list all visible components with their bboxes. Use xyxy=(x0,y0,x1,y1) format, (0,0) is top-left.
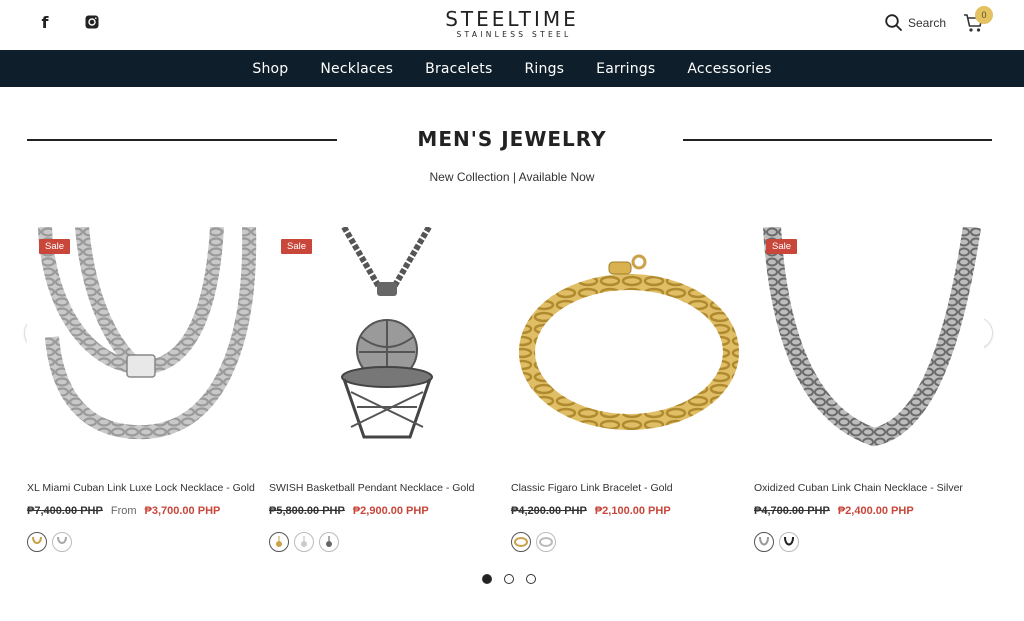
color-swatches xyxy=(511,532,556,552)
product-image[interactable]: Sale xyxy=(269,227,499,462)
original-price: ₱5,800.00 PHP xyxy=(269,505,345,517)
swatch-silver[interactable] xyxy=(294,532,314,552)
nav-item-necklaces[interactable]: Necklaces xyxy=(320,61,393,77)
nav-item-earrings[interactable]: Earrings xyxy=(596,61,655,77)
product-card[interactable]: Classic Figaro Link Bracelet - Gold ₱4,2… xyxy=(511,227,741,552)
brand-logo[interactable]: STEELTIME STAINLESS STEEL xyxy=(0,8,1024,40)
original-price: ₱4,700.00 PHP xyxy=(754,505,830,517)
carousel-dot-3[interactable] xyxy=(526,574,536,584)
original-price: ₱7,400.00 PHP xyxy=(27,505,103,517)
swatch-silver[interactable] xyxy=(536,532,556,552)
nav-item-rings[interactable]: Rings xyxy=(524,61,564,77)
product-price: ₱5,800.00 PHP ₱2,900.00 PHP xyxy=(269,505,429,517)
logo-tagline: STAINLESS STEEL xyxy=(456,30,572,39)
sale-price: ₱2,400.00 PHP xyxy=(837,505,914,517)
sale-price: ₱3,700.00 PHP xyxy=(144,505,221,517)
nav-item-bracelets[interactable]: Bracelets xyxy=(425,61,492,77)
swatch-black[interactable] xyxy=(779,532,799,552)
swatch-gold[interactable] xyxy=(269,532,289,552)
search-label: Search xyxy=(908,15,947,30)
cart-count-badge: 0 xyxy=(975,6,993,24)
swatch-gunmetal[interactable] xyxy=(319,532,339,552)
sale-price: ₱2,100.00 PHP xyxy=(594,505,671,517)
swatch-gold[interactable] xyxy=(27,532,47,552)
product-name[interactable]: Classic Figaro Link Bracelet - Gold xyxy=(511,482,673,494)
product-price: ₱7,400.00 PHP From ₱3,700.00 PHP xyxy=(27,505,220,517)
product-name[interactable]: SWISH Basketball Pendant Necklace - Gold xyxy=(269,482,474,494)
section-subtitle: New Collection | Available Now xyxy=(429,170,595,184)
search-icon xyxy=(885,14,902,31)
sale-badge: Sale xyxy=(39,239,71,254)
swatch-silver[interactable] xyxy=(754,532,774,552)
color-swatches xyxy=(269,532,339,552)
carousel-dot-1[interactable] xyxy=(482,574,492,584)
carousel-pagination xyxy=(482,574,536,584)
product-card[interactable]: Sale SWISH Basketball Pendant Necklace -… xyxy=(269,227,499,552)
swatch-gold[interactable] xyxy=(511,532,531,552)
sale-badge: Sale xyxy=(281,239,313,254)
logo-wordmark: STEELTIME xyxy=(445,7,579,31)
header: f STEELTIME STAINLESS STEEL Search 0 xyxy=(0,0,1024,50)
color-swatches xyxy=(754,532,799,552)
from-label: From xyxy=(110,505,137,517)
color-swatches xyxy=(27,532,72,552)
product-image[interactable]: Sale xyxy=(27,227,257,462)
sale-badge: Sale xyxy=(766,239,798,254)
product-image[interactable]: Sale xyxy=(754,227,984,462)
product-name[interactable]: Oxidized Cuban Link Chain Necklace - Sil… xyxy=(754,482,963,494)
search-button[interactable]: Search xyxy=(885,14,946,31)
main-nav: Shop Necklaces Bracelets Rings Earrings … xyxy=(0,50,1024,87)
section-title: MEN'S JEWELRY xyxy=(417,127,607,151)
swatch-silver[interactable] xyxy=(52,532,72,552)
product-card[interactable]: Sale XL Miami Cuban Link Luxe Lock Neckl… xyxy=(27,227,257,552)
nav-item-shop[interactable]: Shop xyxy=(252,61,288,77)
product-card[interactable]: Sale Oxidized Cuban Link Chain Necklace … xyxy=(754,227,984,552)
product-price: ₱4,200.00 PHP ₱2,100.00 PHP xyxy=(511,505,671,517)
product-image[interactable] xyxy=(511,227,741,462)
product-price: ₱4,700.00 PHP ₱2,400.00 PHP xyxy=(754,505,914,517)
original-price: ₱4,200.00 PHP xyxy=(511,505,587,517)
sale-price: ₱2,900.00 PHP xyxy=(352,505,429,517)
nav-item-accessories[interactable]: Accessories xyxy=(687,61,771,77)
product-name[interactable]: XL Miami Cuban Link Luxe Lock Necklace -… xyxy=(27,482,255,494)
carousel-dot-2[interactable] xyxy=(504,574,514,584)
